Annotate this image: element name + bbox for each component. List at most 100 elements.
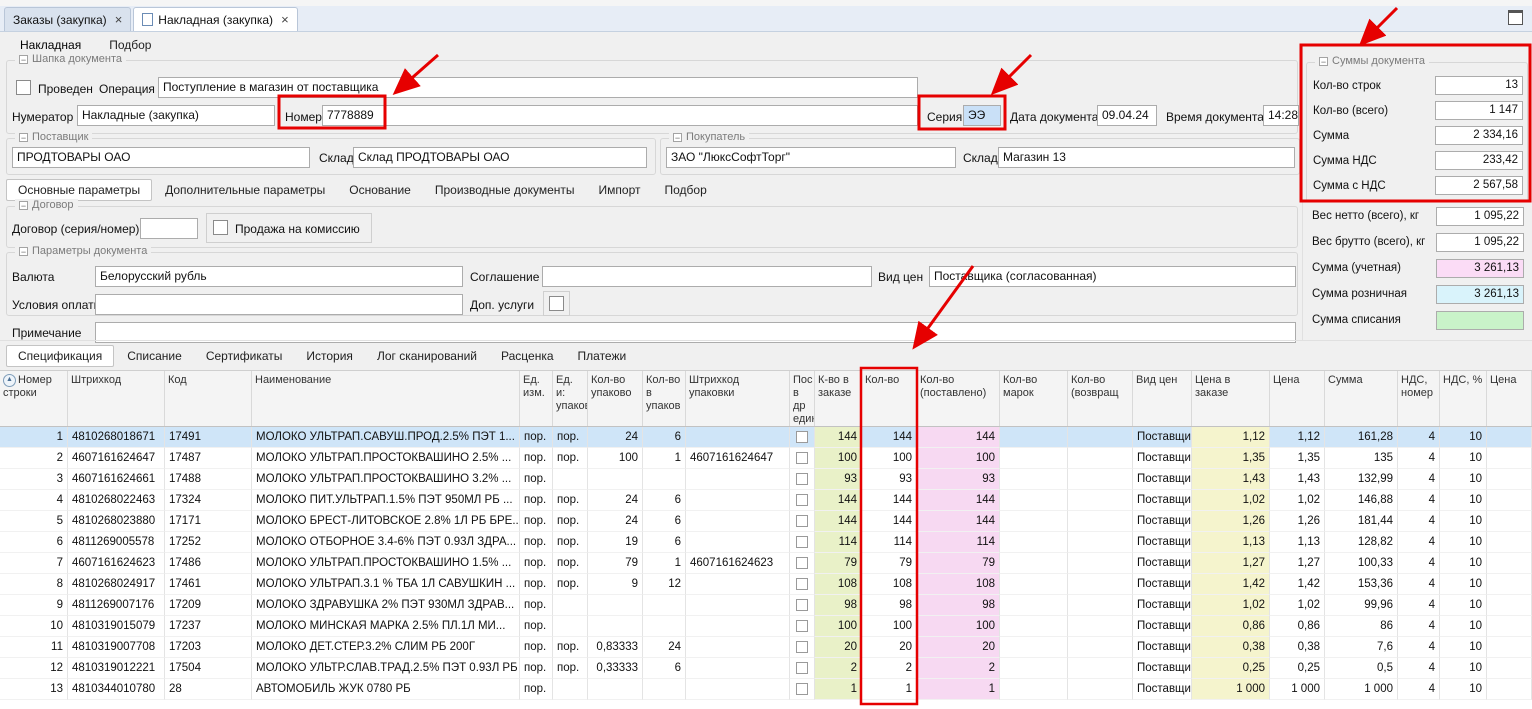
table-cell[interactable]: 114: [917, 532, 1000, 553]
table-cell[interactable]: [1000, 658, 1068, 679]
table-cell[interactable]: Поставщи...: [1133, 490, 1192, 511]
doc-date-input[interactable]: 09.04.24: [1097, 105, 1157, 126]
table-cell[interactable]: 0,86: [1192, 616, 1270, 637]
table-cell[interactable]: 17324: [165, 490, 252, 511]
table-cell[interactable]: [1487, 448, 1532, 469]
table-cell[interactable]: 144: [862, 427, 917, 448]
table-cell[interactable]: 17237: [165, 616, 252, 637]
supplier-sklad-input[interactable]: Склад ПРОДТОВАРЫ ОАО: [353, 147, 647, 168]
sum-value[interactable]: [1436, 311, 1524, 330]
table-cell[interactable]: 4: [1398, 448, 1440, 469]
table-cell[interactable]: [790, 679, 815, 700]
supplier-name-input[interactable]: ПРОДТОВАРЫ ОАО: [12, 147, 310, 168]
table-cell[interactable]: 79: [588, 553, 643, 574]
table-row[interactable]: 6481126900557817252МОЛОКО ОТБОРНОЕ 3.4-6…: [0, 532, 1532, 553]
table-cell[interactable]: 4: [1398, 532, 1440, 553]
table-cell[interactable]: [1000, 490, 1068, 511]
table-cell[interactable]: 10: [1440, 553, 1487, 574]
column-header[interactable]: Кол-во (поставлено): [917, 371, 1000, 426]
table-cell[interactable]: [553, 469, 588, 490]
checkbox-icon[interactable]: [796, 515, 808, 527]
table-cell[interactable]: 20: [862, 637, 917, 658]
column-header[interactable]: Цена: [1487, 371, 1532, 426]
table-row[interactable]: 8481026802491717461МОЛОКО УЛЬТРАП.3.1 % …: [0, 574, 1532, 595]
column-header[interactable]: Кол-во (возвращ: [1068, 371, 1133, 426]
column-header[interactable]: ▲Номер строки: [0, 371, 68, 426]
parameter-tab[interactable]: Подбор: [653, 180, 717, 200]
table-cell[interactable]: [1068, 532, 1133, 553]
table-cell[interactable]: [1487, 532, 1532, 553]
table-cell[interactable]: [1068, 637, 1133, 658]
table-cell[interactable]: 4: [1398, 469, 1440, 490]
table-row[interactable]: 11481031900770817203МОЛОКО ДЕТ.СТЕР.3.2%…: [0, 637, 1532, 658]
table-cell[interactable]: 10: [1440, 616, 1487, 637]
table-cell[interactable]: 0,33333: [588, 658, 643, 679]
sum-value[interactable]: 13: [1435, 76, 1523, 95]
table-cell[interactable]: 144: [917, 490, 1000, 511]
table-cell[interactable]: 4607161624647: [68, 448, 165, 469]
table-row[interactable]: 4481026802246317324МОЛОКО ПИТ.УЛЬТРАП.1.…: [0, 490, 1532, 511]
checkbox-icon[interactable]: [796, 641, 808, 653]
table-cell[interactable]: 93: [862, 469, 917, 490]
table-cell[interactable]: [790, 637, 815, 658]
table-cell[interactable]: 79: [815, 553, 862, 574]
table-cell[interactable]: 4810268024917: [68, 574, 165, 595]
table-row[interactable]: 13481034401078028АВТОМОБИЛЬ ЖУК 0780 РБп…: [0, 679, 1532, 700]
checkbox-icon[interactable]: [796, 662, 808, 674]
collapse-icon[interactable]: −: [19, 133, 28, 142]
table-cell[interactable]: 1: [643, 553, 686, 574]
table-cell[interactable]: 100: [815, 616, 862, 637]
table-cell[interactable]: 24: [588, 511, 643, 532]
column-header[interactable]: Пос в др един: [790, 371, 815, 426]
table-cell[interactable]: 2: [862, 658, 917, 679]
table-cell[interactable]: МОЛОКО УЛЬТРАП.САВУШ.ПРОД.2.5% ПЭТ 1...: [252, 427, 520, 448]
table-cell[interactable]: [686, 427, 790, 448]
table-cell[interactable]: 1,13: [1192, 532, 1270, 553]
table-cell[interactable]: 114: [815, 532, 862, 553]
table-cell[interactable]: 20: [815, 637, 862, 658]
table-cell[interactable]: МОЛОКО УЛЬТРАП.ПРОСТОКВАШИНО 2.5% ...: [252, 448, 520, 469]
table-cell[interactable]: 4810268022463: [68, 490, 165, 511]
table-cell[interactable]: 144: [815, 511, 862, 532]
sum-value[interactable]: 2 334,16: [1435, 126, 1523, 145]
table-cell[interactable]: [553, 616, 588, 637]
table-cell[interactable]: 1,02: [1192, 490, 1270, 511]
table-cell[interactable]: [1068, 427, 1133, 448]
table-cell[interactable]: 100: [815, 448, 862, 469]
table-cell[interactable]: пор.: [520, 427, 553, 448]
table-cell[interactable]: [1487, 427, 1532, 448]
table-cell[interactable]: 98: [815, 595, 862, 616]
table-cell[interactable]: АВТОМОБИЛЬ ЖУК 0780 РБ: [252, 679, 520, 700]
table-cell[interactable]: МОЛОКО ОТБОРНОЕ 3.4-6% ПЭТ 0.93Л ЗДРА...: [252, 532, 520, 553]
table-cell[interactable]: [553, 595, 588, 616]
table-cell[interactable]: [1068, 490, 1133, 511]
table-cell[interactable]: 10: [1440, 448, 1487, 469]
table-cell[interactable]: Поставщи...: [1133, 448, 1192, 469]
column-header[interactable]: Ед. и: упаков: [553, 371, 588, 426]
table-cell[interactable]: [1487, 658, 1532, 679]
table-cell[interactable]: 2: [917, 658, 1000, 679]
column-header[interactable]: Штрихкод упаковки: [686, 371, 790, 426]
table-cell[interactable]: МОЛОКО МИНСКАЯ МАРКА 2.5% ПЛ.1Л МИ...: [252, 616, 520, 637]
column-header[interactable]: Наименование: [252, 371, 520, 426]
table-cell[interactable]: 98: [917, 595, 1000, 616]
table-cell[interactable]: 4: [1398, 637, 1440, 658]
table-cell[interactable]: 0,38: [1270, 637, 1325, 658]
series-input[interactable]: ЭЭ: [963, 105, 1001, 126]
table-cell[interactable]: 17461: [165, 574, 252, 595]
spec-tab[interactable]: Платежи: [567, 346, 638, 366]
table-cell[interactable]: 0,83333: [588, 637, 643, 658]
table-cell[interactable]: 4: [1398, 658, 1440, 679]
collapse-icon[interactable]: −: [19, 247, 28, 256]
checkbox-icon[interactable]: [796, 557, 808, 569]
extra-services-checkbox[interactable]: [549, 296, 564, 311]
table-cell[interactable]: [588, 595, 643, 616]
parameter-tab[interactable]: Импорт: [588, 180, 652, 200]
column-header[interactable]: Сумма: [1325, 371, 1398, 426]
proveden-checkbox[interactable]: [16, 80, 31, 95]
table-cell[interactable]: пор.: [553, 553, 588, 574]
table-cell[interactable]: пор.: [553, 658, 588, 679]
table-cell[interactable]: [790, 469, 815, 490]
buyer-name-input[interactable]: ЗАО "ЛюксСофтТорг": [666, 147, 956, 168]
sum-value[interactable]: 233,42: [1435, 151, 1523, 170]
